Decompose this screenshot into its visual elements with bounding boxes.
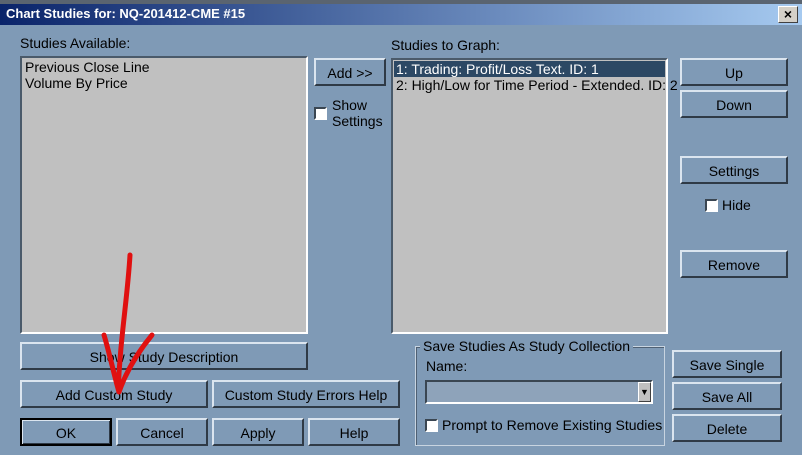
down-button[interactable]: Down [680,90,788,118]
list-item[interactable]: Volume By Price [23,75,305,91]
help-button[interactable]: Help [308,418,400,446]
delete-button[interactable]: Delete [672,414,782,442]
show-settings-checkbox[interactable] [314,107,327,120]
chevron-down-icon[interactable]: ▼ [638,382,651,402]
up-button[interactable]: Up [680,58,788,86]
list-item[interactable]: 2: High/Low for Time Period - Extended. … [394,77,678,93]
list-item[interactable]: Previous Close Line [23,59,305,75]
ok-button[interactable]: OK [20,418,112,446]
save-all-button[interactable]: Save All [672,382,782,410]
save-single-button[interactable]: Save Single [672,350,782,378]
settings-button[interactable]: Settings [680,156,788,184]
custom-study-errors-help-button[interactable]: Custom Study Errors Help [212,380,400,408]
studies-to-graph-label: Studies to Graph: [391,37,500,53]
hide-checkbox[interactable] [705,199,718,212]
collection-name-label: Name: [426,358,468,374]
hide-label: Hide [722,197,751,213]
remove-button[interactable]: Remove [680,250,788,278]
cancel-button[interactable]: Cancel [116,418,208,446]
prompt-remove-checkbox[interactable] [425,419,438,432]
studies-to-graph-list[interactable]: 1: Trading: Profit/Loss Text. ID: 1 2: H… [391,58,678,334]
show-settings-label: Show Settings [332,97,383,129]
close-button[interactable]: × [778,6,798,23]
study-collection-title: Save Studies As Study Collection [420,338,634,354]
window-title: Chart Studies for: NQ-201412-CME #15 [6,6,246,21]
apply-button[interactable]: Apply [212,418,304,446]
collection-name-combo[interactable] [425,380,653,404]
list-item-selected[interactable]: 1: Trading: Profit/Loss Text. ID: 1 [394,61,665,77]
show-settings-label-line1: Show [332,97,368,113]
add-custom-study-button[interactable]: Add Custom Study [20,380,208,408]
show-study-description-button[interactable]: Show Study Description [20,342,308,370]
add-button[interactable]: Add >> [314,58,386,86]
show-settings-label-line2: Settings [332,113,383,129]
studies-available-label: Studies Available: [20,35,131,51]
studies-available-list[interactable]: Previous Close Line Volume By Price [20,56,308,334]
prompt-remove-label: Prompt to Remove Existing Studies [442,417,663,433]
